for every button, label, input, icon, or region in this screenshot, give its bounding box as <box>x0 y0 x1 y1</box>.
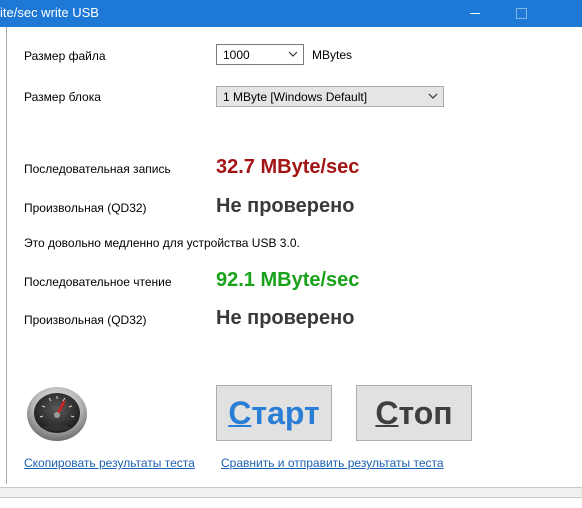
block-size-select[interactable]: 1 MByte [Windows Default] <box>216 86 444 107</box>
maximize-button[interactable] <box>498 0 544 27</box>
start-button[interactable]: Старт <box>216 385 332 441</box>
stop-button-label: топ <box>398 394 453 431</box>
speedometer-icon <box>27 387 87 441</box>
stop-button-accel: С <box>375 394 399 431</box>
chevron-down-icon <box>288 51 298 57</box>
window-title: ite/sec write USB <box>0 5 99 20</box>
file-size-select[interactable]: 1000 <box>216 44 304 65</box>
title-bar: ite/sec write USB <box>0 0 582 27</box>
speed-verdict: Это довольно медленно для устройства USB… <box>24 236 300 250</box>
rand-write-label: Произвольная (QD32) <box>24 201 147 215</box>
seq-read-label: Последовательное чтение <box>24 275 172 289</box>
close-button[interactable] <box>544 0 582 27</box>
block-size-value: 1 MByte [Windows Default] <box>223 90 368 104</box>
copy-results-link[interactable]: Скопировать результаты теста <box>24 456 195 470</box>
start-button-accel: С <box>228 394 252 431</box>
chevron-down-icon <box>428 93 438 99</box>
seq-read-value: 92.1 MByte/sec <box>216 269 360 291</box>
minimize-icon <box>470 13 480 14</box>
seq-write-value: 32.7 MByte/sec <box>216 156 360 178</box>
file-size-label: Размер файла <box>24 49 106 63</box>
compare-results-link[interactable]: Сравнить и отправить результаты теста <box>221 456 444 470</box>
file-size-value: 1000 <box>223 48 250 62</box>
maximize-icon <box>515 8 527 19</box>
rand-read-value: Не проверено <box>216 307 355 329</box>
rand-read-label: Произвольная (QD32) <box>24 313 147 327</box>
window-left-frame <box>0 27 7 484</box>
status-bar <box>0 487 582 498</box>
block-size-label: Размер блока <box>24 90 101 104</box>
seq-write-label: Последовательная запись <box>24 162 171 176</box>
start-button-label: тарт <box>251 394 320 431</box>
file-size-unit: MBytes <box>312 48 353 62</box>
rand-write-value: Не проверено <box>216 195 355 217</box>
stop-button[interactable]: Стоп <box>356 385 472 441</box>
minimize-button[interactable] <box>452 0 498 27</box>
